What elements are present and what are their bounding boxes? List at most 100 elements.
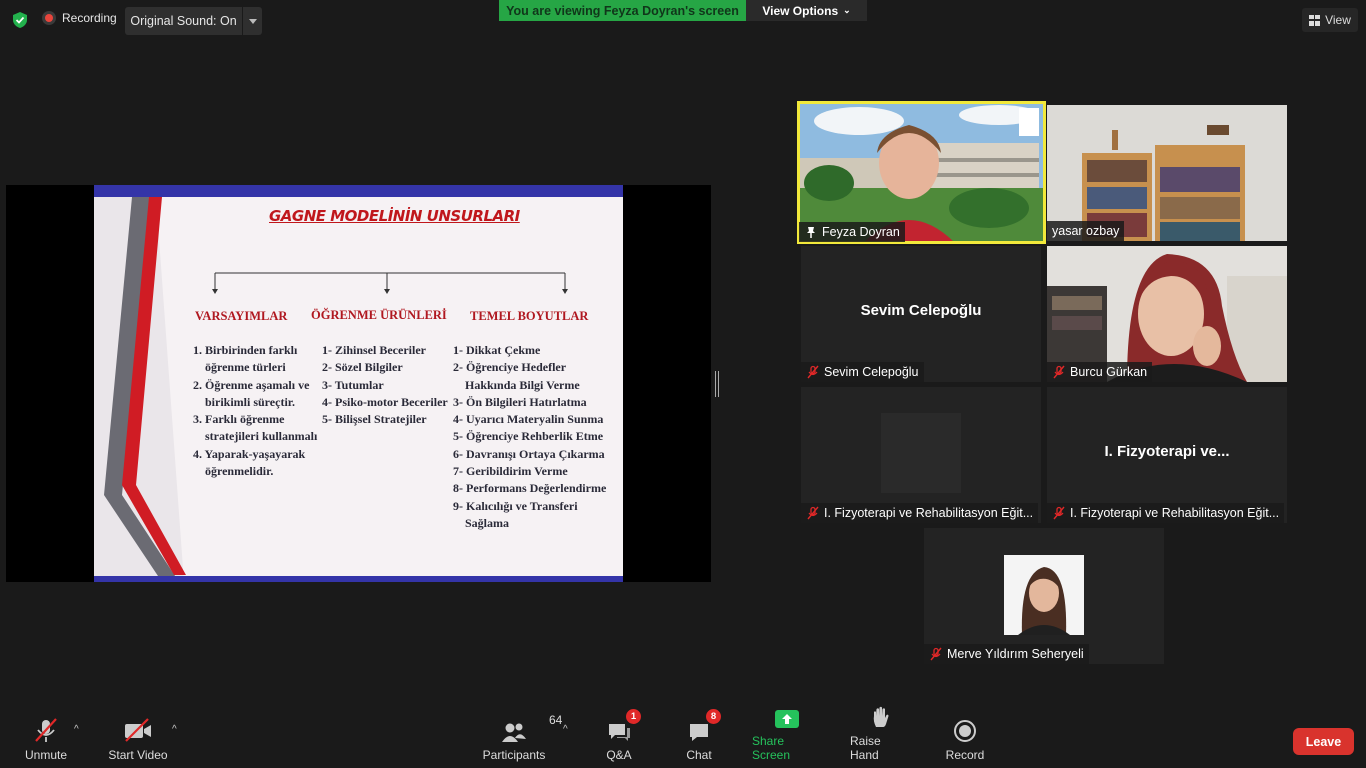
list-item: stratejileri kullanmalı [205,429,318,444]
participants-count: 64 [549,713,563,727]
split-view-resize-handle[interactable] [715,371,719,397]
record-button[interactable]: Record [945,717,985,762]
mic-muted-icon [807,506,819,520]
chat-badge: 8 [706,709,721,724]
view-options-label: View Options [762,3,839,18]
participant-name: I. Fizyoterapi ve Rehabilitasyon Eğit... [1070,506,1280,520]
grid-icon [1309,14,1321,26]
security-shield-icon[interactable] [11,11,29,29]
view-options-button[interactable]: View Options ⌄ [746,0,867,21]
video-tile-feyza-doyran[interactable]: Feyza Doyran [797,101,1046,244]
recording-dot-icon [42,11,56,25]
participant-name: Burcu Gürkan [1070,365,1148,379]
mic-muted-icon [807,365,819,379]
list-item: 4- Psiko-motor Beceriler [322,394,448,409]
chat-icon [690,724,708,741]
mic-muted-icon [1053,506,1065,520]
list-item: birikimli süreçtir. [205,394,295,409]
temel-boyutlar-list: 1- Dikkat Çekme 2- Öğrenciye Hedefler Ha… [453,342,606,532]
list-item: 5- Öğrenciye Rehberlik Etme [453,429,604,444]
participants-button[interactable]: 64 Participants [482,713,563,762]
participant-name: yasar ozbay [1052,224,1120,238]
slide-bottom-bar [94,576,623,582]
participant-name: Sevim Celepoğlu [824,365,919,379]
varsayimlar-list: 1. Birbirinden farklı öğrenme türleri 2.… [193,342,317,480]
participant-name-bar: I. Fizyoterapi ve Rehabilitasyon Eğit... [1047,503,1285,523]
list-item: 8- Performans Değerlendirme [453,481,607,496]
list-item: öğrenmelidir. [205,464,274,479]
video-tile-sevim-celepoglu[interactable]: Sevim Celepoğlu Sevim Celepoğlu [801,246,1041,382]
share-screen-button[interactable]: Share Screen [752,703,822,762]
view-label: View [1325,13,1351,27]
recording-indicator: Recording [42,11,117,25]
list-item: 7- Geribildirim Verme [453,464,568,479]
list-item: 9- Kalıcılığı ve Transferi [453,498,578,513]
participant-name-bar: I. Fizyoterapi ve Rehabilitasyon Eğit... [801,503,1039,523]
leave-button[interactable]: Leave [1293,728,1354,755]
list-item: Sağlama [465,515,510,530]
list-item: 2. Öğrenme aşamalı ve [193,377,310,392]
list-item: 3. Farklı öğrenme [193,412,285,427]
raise-hand-button[interactable]: Raise Hand [850,703,912,762]
mic-muted-icon [1053,365,1065,379]
column-heading-ogrenme-urunleri: ÖĞRENME ÜRÜNLERİ [311,308,447,322]
participant-profile-photo [1004,555,1084,635]
mic-muted-icon [35,718,57,742]
list-item: öğrenme türleri [205,360,286,375]
participants-icon [502,723,526,742]
avatar-placeholder [881,413,961,493]
original-sound-dropdown[interactable] [243,7,262,35]
raise-hand-label: Raise Hand [850,734,881,762]
list-item: 6- Davranışı Ortaya Çıkarma [453,446,605,461]
start-video-button[interactable]: Start Video [108,717,168,762]
participant-display-name: Sevim Celepoğlu [860,302,982,319]
list-item: 1- Dikkat Çekme [453,343,541,357]
participant-display-name: I. Fizyoterapi ve... [1104,443,1230,460]
list-item: 2- Öğrenciye Hedefler [453,360,567,375]
original-sound-button[interactable]: Original Sound: On [125,7,242,35]
column-heading-temel-boyutlar: TEMEL BOYUTLAR [470,309,589,323]
list-item: 4. Yaparak-yaşayarak [193,446,306,461]
chat-label: Chat [686,748,712,762]
view-button[interactable]: View [1302,8,1358,32]
qa-badge: 1 [626,709,641,724]
list-item: 1. Birbirinden farklı [193,343,298,357]
start-video-label: Start Video [108,748,168,762]
pin-icon [807,227,815,238]
participant-name: Merve Yıldırım Seheryeli [947,647,1084,661]
list-item: 1- Zihinsel Beceriler [322,343,426,357]
video-tile-fizyoterapi-2[interactable]: I. Fizyoterapi ve... I. Fizyoterapi ve R… [1047,387,1287,523]
list-item: 3- Tutumlar [322,377,384,392]
video-off-icon [125,718,151,742]
participant-name-bar: yasar ozbay [1047,221,1125,241]
share-screen-label: Share Screen [752,734,791,762]
recording-label: Recording [62,11,117,25]
participant-name-bar: Burcu Gürkan [1047,362,1153,382]
participant-name-bar: Merve Yıldırım Seheryeli [924,644,1089,664]
video-tile-merve-yildirim-seheryeli[interactable]: Merve Yıldırım Seheryeli [924,528,1164,664]
unmute-button[interactable]: Unmute [22,717,70,762]
audio-options-caret[interactable]: ^ [74,724,79,735]
video-options-caret[interactable]: ^ [172,724,177,735]
chat-button[interactable]: 8 Chat [684,709,721,762]
viewing-screen-banner: You are viewing Feyza Doyran's screen [499,0,746,21]
video-tile-yasar-ozbay[interactable]: yasar ozbay [1047,105,1287,241]
participant-name: I. Fizyoterapi ve Rehabilitasyon Eğit... [824,506,1034,520]
ogrenme-urunleri-list: 1- Zihinsel Beceriler 2- Sözel Bilgiler … [322,342,448,428]
participant-name: Feyza Doyran [822,225,900,239]
unmute-label: Unmute [24,748,68,762]
qa-button[interactable]: 1 Q&A [604,709,641,762]
participant-name-bar: Feyza Doyran [799,222,905,242]
column-heading-varsayimlar: VARSAYIMLAR [195,309,288,323]
record-icon [954,720,976,742]
list-item: 3- Ön Bilgileri Hatırlatma [453,394,587,409]
list-item: 2- Sözel Bilgiler [322,360,403,375]
shared-screen[interactable]: GAGNE MODELİNİN UNSURLARI VARSAYIMLAR ÖĞ… [6,185,711,582]
list-item: Hakkında Bilgi Verme [465,377,580,392]
video-tile-burcu-gurkan[interactable]: Burcu Gürkan [1047,246,1287,382]
chevron-down-icon [248,18,257,24]
raise-hand-icon [873,706,889,727]
record-label: Record [945,748,985,762]
video-tile-fizyoterapi-1[interactable]: I. Fizyoterapi ve Rehabilitasyon Eğit... [801,387,1041,523]
participants-options-caret[interactable]: ^ [563,724,568,735]
